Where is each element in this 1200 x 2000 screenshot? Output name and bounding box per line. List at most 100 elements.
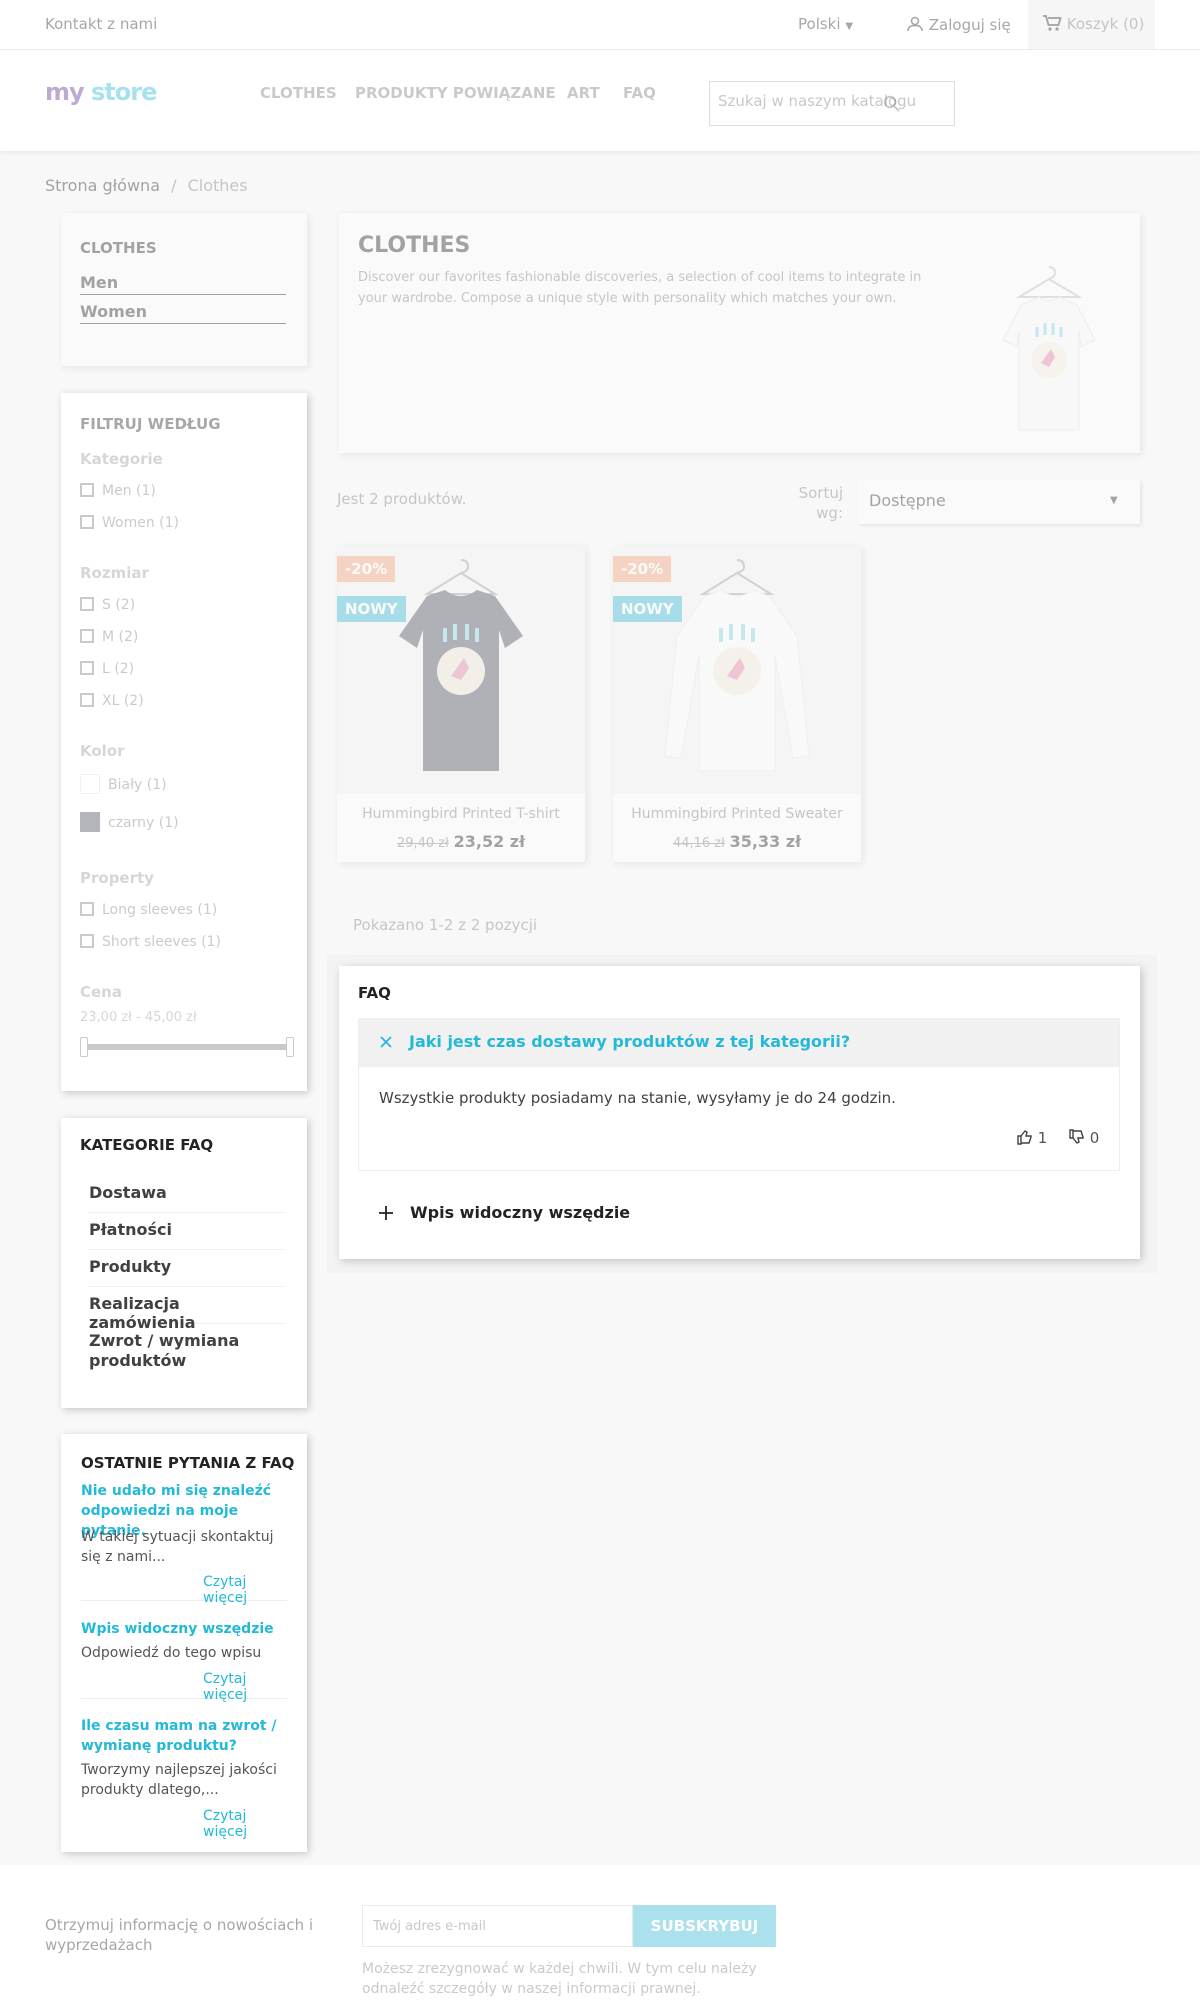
category-women[interactable]: Women (80, 302, 286, 324)
filter-price-label: Cena (80, 983, 122, 1001)
filter-size-s[interactable]: S (2) (80, 597, 135, 613)
faq-category-orders[interactable]: Realizacja zamówienia (89, 1294, 284, 1332)
like-count: 1 (1037, 1129, 1048, 1147)
price-slider-max-handle[interactable] (286, 1037, 294, 1057)
faq-item-collapsed[interactable]: Wpis widoczny wszędzie (358, 1191, 1120, 1235)
checkbox-icon (80, 483, 94, 497)
read-more-link-3[interactable]: Czytaj więcej (203, 1808, 287, 1840)
read-more-link-1[interactable]: Czytaj więcej (203, 1574, 287, 1606)
filters-title: FILTRUJ WEDŁUG (80, 415, 221, 433)
newsletter-section: Otrzymuj informację o nowościach i wyprz… (0, 1865, 1200, 2000)
filter-label: M (2) (102, 629, 139, 645)
price-slider-min-handle[interactable] (80, 1037, 88, 1057)
filter-color-label: Kolor (80, 742, 125, 760)
product-card[interactable]: -20% NOWY Hummingbird Printed Sweater 44… (613, 546, 861, 862)
breadcrumb: Strona główna / Clothes (45, 176, 248, 195)
cart-button[interactable]: Koszyk (0) (1028, 0, 1155, 49)
recent-answer-3: Tworzymy najlepszej jakości produkty dla… (81, 1762, 277, 1798)
dislike-count: 0 (1089, 1129, 1100, 1147)
product-card[interactable]: -20% NOWY Hummingbird Printed T-shirt 29… (337, 546, 585, 862)
filter-size-xl[interactable]: XL (2) (80, 693, 144, 709)
language-selector[interactable]: Polski ▼ (798, 15, 853, 33)
discount-badge: -20% (337, 556, 396, 582)
login-label: Zaloguj się (928, 16, 1011, 34)
category-description: Discover our favorites fashionable disco… (358, 270, 922, 306)
checkbox-icon (80, 597, 94, 611)
nav-clothes[interactable]: CLOTHES (260, 84, 337, 102)
breadcrumb-home[interactable]: Strona główna (45, 176, 160, 195)
login-link[interactable]: Zaloguj się (906, 15, 1011, 34)
checkbox-icon (80, 902, 94, 916)
filter-category-women[interactable]: Women (1) (80, 515, 179, 531)
faq-question-row[interactable]: Jaki jest czas dostawy produktów z tej k… (359, 1019, 1119, 1067)
sort-label: Sortuj wg: (798, 484, 843, 522)
category-tree-title: CLOTHES (80, 239, 157, 257)
filter-label: Men (1) (102, 483, 156, 499)
product-name[interactable]: Hummingbird Printed Sweater (613, 806, 861, 822)
old-price: 29,40 zł (396, 836, 449, 851)
filter-color-white[interactable]: Biały (1) (80, 774, 167, 794)
search-icon[interactable] (883, 95, 901, 113)
old-price: 44,16 zł (672, 836, 725, 851)
close-icon[interactable] (379, 1035, 393, 1049)
breadcrumb-separator: / (171, 176, 177, 195)
logo-text-store: store (91, 78, 157, 106)
faq-category-payments[interactable]: Płatności (89, 1220, 284, 1250)
recent-question-2[interactable]: Wpis widoczny wszędzie (81, 1619, 291, 1639)
faq-panel: FAQ Jaki jest czas dostawy produktów z t… (339, 966, 1140, 1259)
category-men[interactable]: Men (80, 273, 286, 295)
subscribe-button[interactable]: SUBSKRYBUJ (633, 1905, 776, 1947)
cart-icon (1042, 14, 1062, 32)
filter-size-l[interactable]: L (2) (80, 661, 134, 677)
dislike-button[interactable]: 0 (1069, 1129, 1099, 1147)
recent-question-3[interactable]: Ile czasu mam na zwrot / wymianę produkt… (81, 1716, 291, 1756)
thumbs-down-icon (1069, 1129, 1085, 1145)
checkbox-icon (80, 693, 94, 707)
faq-category-delivery[interactable]: Dostawa (89, 1183, 284, 1213)
nav-faq[interactable]: FAQ (623, 84, 656, 102)
store-logo[interactable]: my store (45, 78, 157, 106)
newsletter-email-input[interactable] (362, 1905, 633, 1947)
filter-size-m[interactable]: M (2) (80, 629, 138, 645)
faq-panel-title: FAQ (358, 984, 391, 1002)
filter-long-sleeves[interactable]: Long sleeves (1) (80, 902, 217, 918)
filter-price-range: 23,00 zł - 45,00 zł (80, 1010, 197, 1025)
product-name[interactable]: Hummingbird Printed T-shirt (337, 806, 585, 822)
caret-down-icon: ▼ (845, 21, 854, 32)
faq-category-returns[interactable]: Zwrot / wymiana produktów (89, 1331, 284, 1377)
product-image[interactable] (337, 546, 585, 794)
filter-category-men[interactable]: Men (1) (80, 483, 156, 499)
sort-value: Dostępne (869, 491, 946, 510)
product-count: Jest 2 produktów. (337, 490, 467, 508)
product-image[interactable] (613, 546, 861, 794)
color-swatch-black (80, 812, 100, 832)
like-button[interactable]: 1 (1017, 1129, 1047, 1147)
nav-related-products[interactable]: PRODUKTY POWIĄZANE (355, 84, 556, 102)
filter-label: Long sleeves (1) (102, 902, 218, 918)
logo-text-my: my (45, 78, 85, 106)
filter-short-sleeves[interactable]: Short sleeves (1) (80, 934, 221, 950)
recent-answer-2: Odpowiedź do tego wpisu (81, 1645, 262, 1661)
filter-category-label: Kategorie (80, 450, 163, 468)
nav-art[interactable]: ART (567, 84, 600, 102)
filter-label: L (2) (102, 661, 135, 677)
cart-label: Koszyk (0) (1066, 15, 1145, 33)
filter-property-label: Property (80, 869, 154, 887)
faq-category-products[interactable]: Produkty (89, 1257, 284, 1287)
filter-color-black[interactable]: czarny (1) (80, 812, 179, 832)
checkbox-icon (80, 934, 94, 948)
contact-link[interactable]: Kontakt z nami (45, 15, 157, 33)
color-swatch-white (80, 774, 100, 794)
checkbox-icon (80, 515, 94, 529)
sort-select[interactable]: Dostępne ▼ (858, 479, 1140, 524)
newsletter-label: Otrzymuj informację o nowościach i wyprz… (45, 1916, 314, 1954)
faq-answer: Wszystkie produkty posiadamy na stanie, … (379, 1089, 896, 1107)
main-header: my store (0, 50, 1200, 151)
filter-label: Biały (1) (108, 777, 167, 793)
read-more-link-2[interactable]: Czytaj więcej (203, 1671, 287, 1703)
price-slider-track[interactable] (82, 1044, 292, 1050)
recent-faq-title: OSTATNIE PYTANIA Z FAQ (81, 1454, 295, 1472)
checkbox-icon (80, 661, 94, 675)
newsletter-note: Możesz zrezygnować w każdej chwili. W ty… (362, 1961, 757, 1997)
faq-categories-title: KATEGORIE FAQ (80, 1136, 214, 1154)
